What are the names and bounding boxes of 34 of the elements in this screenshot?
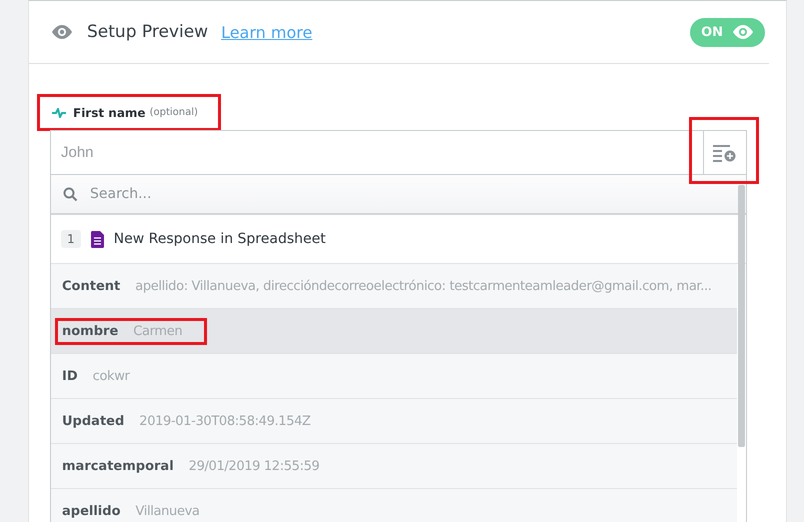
- search-icon: [63, 186, 78, 202]
- field-label: First name: [73, 106, 146, 120]
- data-option[interactable]: apellido Villanueva: [51, 489, 737, 522]
- option-key: nombre: [62, 324, 118, 338]
- option-key: Content: [62, 278, 120, 294]
- option-value: Villanueva: [136, 504, 200, 518]
- eye-icon: [50, 24, 74, 40]
- option-value: apellido: Villanueva, direccióndecorreoelectrónico: testcarmenteamleader@gmail.com, mar...: [135, 278, 712, 294]
- data-option[interactable]: Content apellido: Villanueva, direccióndecorreoelectrónico: testcarmenteamleader@gmail.com, mar...: [51, 264, 737, 309]
- option-value: 2019-01-30T08:58:49.154Z: [139, 414, 311, 428]
- step-icon: [52, 108, 66, 118]
- eye-icon: [731, 24, 755, 40]
- search-field[interactable]: Search...: [51, 175, 746, 215]
- section-title: Setup Preview: [87, 22, 208, 42]
- insert-data-button[interactable]: [703, 130, 747, 175]
- option-value: Carmen: [133, 324, 182, 338]
- scrollbar[interactable]: [738, 185, 745, 447]
- step-number: 1: [61, 230, 81, 248]
- list-add-icon: [713, 144, 737, 162]
- step-title[interactable]: New Response in Spreadsheet: [114, 231, 326, 247]
- data-option[interactable]: ID cokwr: [51, 354, 737, 399]
- option-key: apellido: [62, 504, 120, 518]
- first-name-input[interactable]: John: [50, 130, 703, 175]
- option-key: marcatemporal: [62, 458, 174, 474]
- option-value: cokwr: [92, 368, 130, 384]
- option-value: 29/01/2019 12:55:59: [188, 458, 320, 474]
- data-option[interactable]: nombre Carmen: [51, 309, 737, 354]
- optional-hint: (optional): [150, 107, 198, 118]
- option-key: Updated: [62, 414, 124, 428]
- option-key: ID: [62, 368, 78, 384]
- data-option[interactable]: Updated 2019-01-30T08:58:49.154Z: [51, 399, 737, 444]
- form-icon: [90, 230, 104, 248]
- search-input[interactable]: Search...: [88, 185, 734, 203]
- data-option[interactable]: marcatemporal 29/01/2019 12:55:59: [51, 444, 737, 489]
